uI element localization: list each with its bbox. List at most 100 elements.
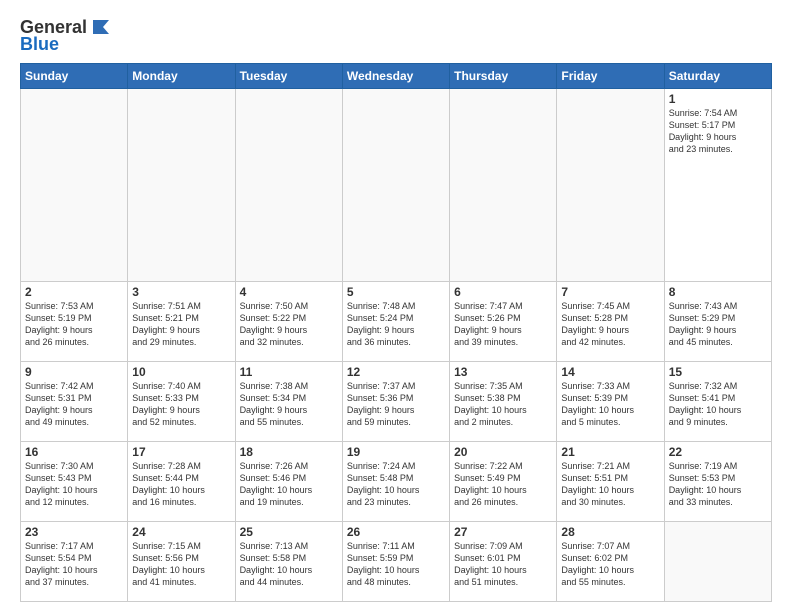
day-number: 25 bbox=[240, 525, 338, 539]
calendar-cell bbox=[557, 89, 664, 282]
calendar-cell: 1Sunrise: 7:54 AM Sunset: 5:17 PM Daylig… bbox=[664, 89, 771, 282]
day-number: 9 bbox=[25, 365, 123, 379]
day-number: 28 bbox=[561, 525, 659, 539]
day-number: 15 bbox=[669, 365, 767, 379]
day-number: 4 bbox=[240, 285, 338, 299]
calendar-cell: 25Sunrise: 7:13 AM Sunset: 5:58 PM Dayli… bbox=[235, 522, 342, 602]
calendar-week-3: 9Sunrise: 7:42 AM Sunset: 5:31 PM Daylig… bbox=[21, 362, 772, 442]
calendar-table: SundayMondayTuesdayWednesdayThursdayFrid… bbox=[20, 63, 772, 602]
day-number: 10 bbox=[132, 365, 230, 379]
calendar-week-1: 1Sunrise: 7:54 AM Sunset: 5:17 PM Daylig… bbox=[21, 89, 772, 282]
day-number: 16 bbox=[25, 445, 123, 459]
calendar-cell: 22Sunrise: 7:19 AM Sunset: 5:53 PM Dayli… bbox=[664, 442, 771, 522]
calendar-cell: 19Sunrise: 7:24 AM Sunset: 5:48 PM Dayli… bbox=[342, 442, 449, 522]
day-number: 19 bbox=[347, 445, 445, 459]
day-info: Sunrise: 7:47 AM Sunset: 5:26 PM Dayligh… bbox=[454, 300, 552, 349]
day-number: 26 bbox=[347, 525, 445, 539]
day-number: 27 bbox=[454, 525, 552, 539]
day-number: 22 bbox=[669, 445, 767, 459]
day-info: Sunrise: 7:07 AM Sunset: 6:02 PM Dayligh… bbox=[561, 540, 659, 589]
calendar-cell bbox=[342, 89, 449, 282]
logo-flag-icon bbox=[89, 16, 111, 38]
calendar-cell: 4Sunrise: 7:50 AM Sunset: 5:22 PM Daylig… bbox=[235, 282, 342, 362]
calendar-cell: 15Sunrise: 7:32 AM Sunset: 5:41 PM Dayli… bbox=[664, 362, 771, 442]
day-info: Sunrise: 7:17 AM Sunset: 5:54 PM Dayligh… bbox=[25, 540, 123, 589]
calendar-week-5: 23Sunrise: 7:17 AM Sunset: 5:54 PM Dayli… bbox=[21, 522, 772, 602]
day-number: 21 bbox=[561, 445, 659, 459]
day-info: Sunrise: 7:22 AM Sunset: 5:49 PM Dayligh… bbox=[454, 460, 552, 509]
day-number: 3 bbox=[132, 285, 230, 299]
weekday-header-wednesday: Wednesday bbox=[342, 64, 449, 89]
calendar-cell: 8Sunrise: 7:43 AM Sunset: 5:29 PM Daylig… bbox=[664, 282, 771, 362]
calendar-cell: 18Sunrise: 7:26 AM Sunset: 5:46 PM Dayli… bbox=[235, 442, 342, 522]
calendar-week-2: 2Sunrise: 7:53 AM Sunset: 5:19 PM Daylig… bbox=[21, 282, 772, 362]
weekday-header-saturday: Saturday bbox=[664, 64, 771, 89]
calendar-cell: 10Sunrise: 7:40 AM Sunset: 5:33 PM Dayli… bbox=[128, 362, 235, 442]
calendar-cell bbox=[235, 89, 342, 282]
day-info: Sunrise: 7:26 AM Sunset: 5:46 PM Dayligh… bbox=[240, 460, 338, 509]
day-number: 23 bbox=[25, 525, 123, 539]
day-info: Sunrise: 7:30 AM Sunset: 5:43 PM Dayligh… bbox=[25, 460, 123, 509]
header: General Blue bbox=[20, 16, 772, 55]
calendar-week-4: 16Sunrise: 7:30 AM Sunset: 5:43 PM Dayli… bbox=[21, 442, 772, 522]
day-number: 14 bbox=[561, 365, 659, 379]
calendar-cell bbox=[128, 89, 235, 282]
calendar-cell: 24Sunrise: 7:15 AM Sunset: 5:56 PM Dayli… bbox=[128, 522, 235, 602]
weekday-header-thursday: Thursday bbox=[450, 64, 557, 89]
day-info: Sunrise: 7:50 AM Sunset: 5:22 PM Dayligh… bbox=[240, 300, 338, 349]
day-info: Sunrise: 7:33 AM Sunset: 5:39 PM Dayligh… bbox=[561, 380, 659, 429]
day-info: Sunrise: 7:43 AM Sunset: 5:29 PM Dayligh… bbox=[669, 300, 767, 349]
calendar-cell: 13Sunrise: 7:35 AM Sunset: 5:38 PM Dayli… bbox=[450, 362, 557, 442]
day-info: Sunrise: 7:15 AM Sunset: 5:56 PM Dayligh… bbox=[132, 540, 230, 589]
calendar-cell: 27Sunrise: 7:09 AM Sunset: 6:01 PM Dayli… bbox=[450, 522, 557, 602]
day-info: Sunrise: 7:48 AM Sunset: 5:24 PM Dayligh… bbox=[347, 300, 445, 349]
day-number: 17 bbox=[132, 445, 230, 459]
day-info: Sunrise: 7:38 AM Sunset: 5:34 PM Dayligh… bbox=[240, 380, 338, 429]
calendar-cell: 26Sunrise: 7:11 AM Sunset: 5:59 PM Dayli… bbox=[342, 522, 449, 602]
day-info: Sunrise: 7:28 AM Sunset: 5:44 PM Dayligh… bbox=[132, 460, 230, 509]
calendar-cell: 14Sunrise: 7:33 AM Sunset: 5:39 PM Dayli… bbox=[557, 362, 664, 442]
day-info: Sunrise: 7:19 AM Sunset: 5:53 PM Dayligh… bbox=[669, 460, 767, 509]
calendar-cell: 23Sunrise: 7:17 AM Sunset: 5:54 PM Dayli… bbox=[21, 522, 128, 602]
day-number: 20 bbox=[454, 445, 552, 459]
day-info: Sunrise: 7:09 AM Sunset: 6:01 PM Dayligh… bbox=[454, 540, 552, 589]
day-number: 6 bbox=[454, 285, 552, 299]
weekday-header-friday: Friday bbox=[557, 64, 664, 89]
day-number: 1 bbox=[669, 92, 767, 106]
day-number: 11 bbox=[240, 365, 338, 379]
day-info: Sunrise: 7:32 AM Sunset: 5:41 PM Dayligh… bbox=[669, 380, 767, 429]
day-info: Sunrise: 7:35 AM Sunset: 5:38 PM Dayligh… bbox=[454, 380, 552, 429]
day-number: 7 bbox=[561, 285, 659, 299]
page: General Blue SundayMondayTuesdayWednesda… bbox=[0, 0, 792, 612]
day-info: Sunrise: 7:21 AM Sunset: 5:51 PM Dayligh… bbox=[561, 460, 659, 509]
day-number: 24 bbox=[132, 525, 230, 539]
weekday-header-tuesday: Tuesday bbox=[235, 64, 342, 89]
calendar-cell: 3Sunrise: 7:51 AM Sunset: 5:21 PM Daylig… bbox=[128, 282, 235, 362]
calendar-cell: 21Sunrise: 7:21 AM Sunset: 5:51 PM Dayli… bbox=[557, 442, 664, 522]
day-number: 5 bbox=[347, 285, 445, 299]
calendar-cell: 20Sunrise: 7:22 AM Sunset: 5:49 PM Dayli… bbox=[450, 442, 557, 522]
day-info: Sunrise: 7:45 AM Sunset: 5:28 PM Dayligh… bbox=[561, 300, 659, 349]
calendar-cell bbox=[450, 89, 557, 282]
weekday-header-sunday: Sunday bbox=[21, 64, 128, 89]
day-number: 12 bbox=[347, 365, 445, 379]
calendar-cell: 2Sunrise: 7:53 AM Sunset: 5:19 PM Daylig… bbox=[21, 282, 128, 362]
day-info: Sunrise: 7:37 AM Sunset: 5:36 PM Dayligh… bbox=[347, 380, 445, 429]
day-number: 18 bbox=[240, 445, 338, 459]
day-info: Sunrise: 7:51 AM Sunset: 5:21 PM Dayligh… bbox=[132, 300, 230, 349]
calendar-cell: 28Sunrise: 7:07 AM Sunset: 6:02 PM Dayli… bbox=[557, 522, 664, 602]
calendar-cell: 11Sunrise: 7:38 AM Sunset: 5:34 PM Dayli… bbox=[235, 362, 342, 442]
day-info: Sunrise: 7:53 AM Sunset: 5:19 PM Dayligh… bbox=[25, 300, 123, 349]
calendar-cell: 17Sunrise: 7:28 AM Sunset: 5:44 PM Dayli… bbox=[128, 442, 235, 522]
calendar-cell: 9Sunrise: 7:42 AM Sunset: 5:31 PM Daylig… bbox=[21, 362, 128, 442]
day-number: 13 bbox=[454, 365, 552, 379]
calendar-header-row: SundayMondayTuesdayWednesdayThursdayFrid… bbox=[21, 64, 772, 89]
calendar-cell: 16Sunrise: 7:30 AM Sunset: 5:43 PM Dayli… bbox=[21, 442, 128, 522]
day-number: 8 bbox=[669, 285, 767, 299]
day-number: 2 bbox=[25, 285, 123, 299]
calendar-cell bbox=[664, 522, 771, 602]
calendar-cell: 6Sunrise: 7:47 AM Sunset: 5:26 PM Daylig… bbox=[450, 282, 557, 362]
calendar-cell: 7Sunrise: 7:45 AM Sunset: 5:28 PM Daylig… bbox=[557, 282, 664, 362]
day-info: Sunrise: 7:42 AM Sunset: 5:31 PM Dayligh… bbox=[25, 380, 123, 429]
day-info: Sunrise: 7:54 AM Sunset: 5:17 PM Dayligh… bbox=[669, 107, 767, 156]
